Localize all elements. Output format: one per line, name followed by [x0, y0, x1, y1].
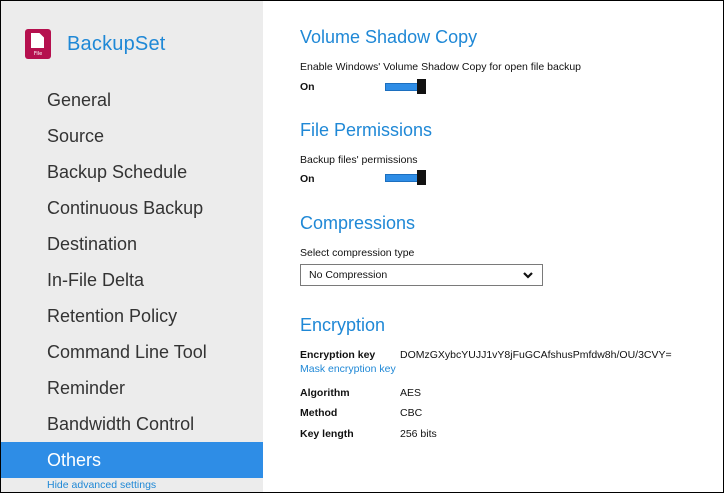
method-label: Method: [300, 407, 338, 419]
chevron-down-icon: [523, 272, 533, 279]
window: File BackupSet General Source Backup Sch…: [0, 0, 724, 493]
permissions-section-title: File Permissions: [300, 120, 433, 140]
sidebar-item-retention-policy[interactable]: Retention Policy: [1, 298, 263, 334]
sidebar-item-destination[interactable]: Destination: [1, 226, 263, 262]
permissions-label: Backup files' permissions: [300, 154, 418, 166]
sidebar-item-continuous-backup[interactable]: Continuous Backup: [1, 190, 263, 226]
sidebar-item-command-line-tool[interactable]: Command Line Tool: [1, 334, 263, 370]
compression-select[interactable]: No Compression: [300, 264, 543, 286]
vss-section-title: Volume Shadow Copy: [300, 27, 478, 47]
hide-advanced-settings-link[interactable]: Hide advanced settings: [47, 479, 156, 491]
algorithm-value: AES: [400, 387, 422, 399]
compression-label: Select compression type: [300, 247, 415, 259]
sidebar-item-general[interactable]: General: [1, 82, 263, 118]
sidebar-header: File BackupSet: [25, 29, 166, 59]
sidebar-title: BackupSet: [67, 32, 166, 55]
toggle-track: [385, 174, 421, 182]
mask-encryption-key-link[interactable]: Mask encryption key: [300, 363, 396, 375]
method-value: CBC: [400, 407, 423, 419]
key-length-value: 256 bits: [400, 428, 437, 440]
toggle-knob: [417, 170, 426, 185]
compression-selected-value: No Compression: [309, 269, 388, 281]
sidebar-item-reminder[interactable]: Reminder: [1, 370, 263, 406]
encryption-section-title: Encryption: [300, 315, 386, 335]
algorithm-label: Algorithm: [300, 387, 350, 399]
sidebar-item-in-file-delta[interactable]: In-File Delta: [1, 262, 263, 298]
sidebar: File BackupSet General Source Backup Sch…: [1, 1, 263, 492]
file-document-icon: File: [25, 29, 51, 59]
encryption-key-value: DOMzGXybcYUJJ1vY8jFuGCAfshusPmfdw8h/OU/3…: [400, 349, 672, 361]
sidebar-item-bandwidth-control[interactable]: Bandwidth Control: [1, 406, 263, 442]
key-length-label: Key length: [300, 428, 354, 440]
toggle-track: [385, 83, 421, 91]
sidebar-item-others[interactable]: Others: [1, 442, 263, 478]
vss-toggle[interactable]: [385, 79, 426, 94]
sidebar-item-backup-schedule[interactable]: Backup Schedule: [1, 154, 263, 190]
toggle-knob: [417, 79, 426, 94]
permissions-toggle[interactable]: [385, 170, 426, 185]
main-panel: Volume Shadow Copy Enable Windows' Volum…: [300, 1, 723, 492]
sidebar-item-source[interactable]: Source: [1, 118, 263, 154]
compression-section-title: Compressions: [300, 213, 416, 233]
vss-label: Enable Windows' Volume Shadow Copy for o…: [300, 61, 582, 73]
vss-state: On: [300, 81, 315, 93]
encryption-key-label: Encryption key: [300, 349, 376, 361]
icon-caption: File: [33, 51, 43, 57]
permissions-state: On: [300, 173, 315, 185]
